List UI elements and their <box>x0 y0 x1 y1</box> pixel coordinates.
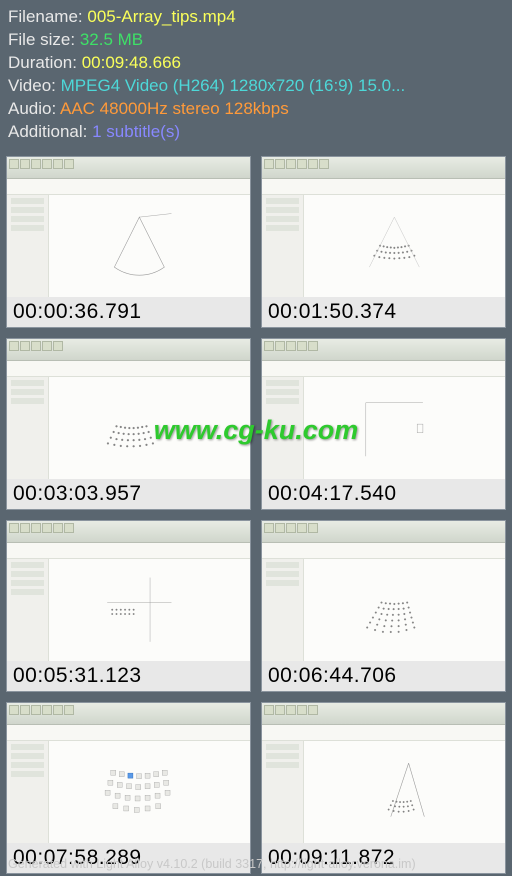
thumbnail-image <box>262 521 505 661</box>
filename-row: Filename: 005-Array_tips.mp4 <box>8 6 504 29</box>
timestamp: 00:03:03.957 <box>7 479 250 509</box>
metadata-panel: Filename: 005-Array_tips.mp4 File size: … <box>0 0 512 148</box>
audio-row: Audio: AAC 48000Hz stereo 128kbps <box>8 98 504 121</box>
filesize-row: File size: 32.5 MB <box>8 29 504 52</box>
thumbnail-image <box>7 521 250 661</box>
thumbnail-grid: 00:00:36.791 00:01:50.374 <box>0 148 512 876</box>
thumbnail-image <box>262 703 505 843</box>
thumbnail-image <box>7 339 250 479</box>
additional-value: 1 subtitle(s) <box>92 122 180 141</box>
audio-value: AAC 48000Hz stereo 128kbps <box>60 99 289 118</box>
thumbnail-cell[interactable]: 00:09:11.872 <box>261 702 506 874</box>
duration-row: Duration: 00:09:48.666 <box>8 52 504 75</box>
additional-label: Additional: <box>8 122 87 141</box>
timestamp: 00:04:17.540 <box>262 479 505 509</box>
thumbnail-image <box>7 157 250 297</box>
duration-value: 00:09:48.666 <box>82 53 181 72</box>
filename-label: Filename: <box>8 7 83 26</box>
duration-label: Duration: <box>8 53 77 72</box>
thumbnail-cell[interactable]: 00:07:58.289 <box>6 702 251 874</box>
thumbnail-cell[interactable]: 00:06:44.706 <box>261 520 506 692</box>
thumbnail-cell[interactable]: 00:03:03.957 <box>6 338 251 510</box>
thumbnail-cell[interactable]: 00:00:36.791 <box>6 156 251 328</box>
timestamp: 00:00:36.791 <box>7 297 250 327</box>
thumbnail-cell[interactable]: 00:05:31.123 <box>6 520 251 692</box>
thumbnail-image <box>262 339 505 479</box>
timestamp: 00:01:50.374 <box>262 297 505 327</box>
filename-value: 005-Array_tips.mp4 <box>87 7 235 26</box>
video-value: MPEG4 Video (H264) 1280x720 (16:9) 15.0.… <box>61 76 406 95</box>
thumbnail-image <box>7 703 250 843</box>
thumbnail-cell[interactable]: 00:01:50.374 <box>261 156 506 328</box>
additional-row: Additional: 1 subtitle(s) <box>8 121 504 144</box>
filesize-value: 32.5 MB <box>80 30 143 49</box>
video-row: Video: MPEG4 Video (H264) 1280x720 (16:9… <box>8 75 504 98</box>
timestamp: 00:06:44.706 <box>262 661 505 691</box>
thumbnail-cell[interactable]: 00:04:17.540 <box>261 338 506 510</box>
filesize-label: File size: <box>8 30 75 49</box>
audio-label: Audio: <box>8 99 56 118</box>
video-label: Video: <box>8 76 56 95</box>
thumbnail-image <box>262 157 505 297</box>
footer-text: Generated with Light Alloy v4.10.2 (buil… <box>8 857 416 871</box>
timestamp: 00:05:31.123 <box>7 661 250 691</box>
